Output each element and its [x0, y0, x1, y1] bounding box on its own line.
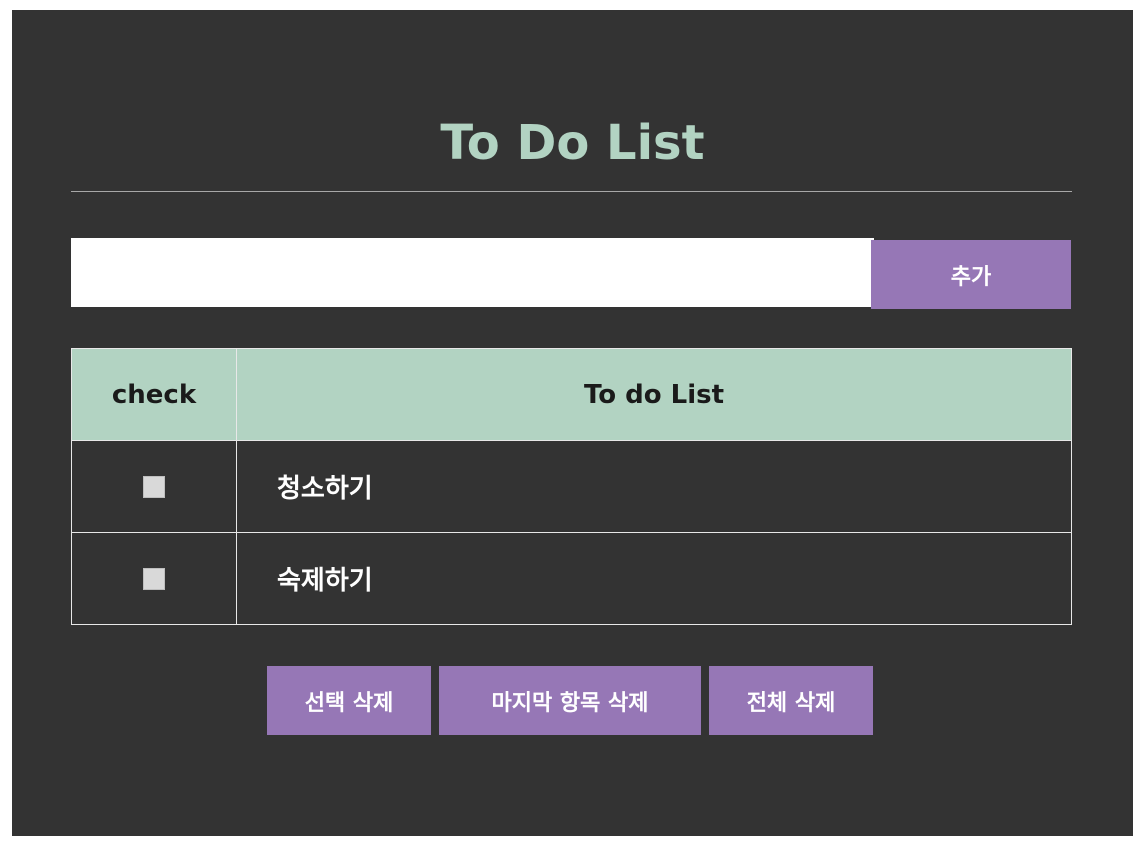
check-cell: [71, 532, 237, 625]
todo-item-text: 숙제하기: [236, 532, 1072, 625]
delete-selected-button[interactable]: 선택 삭제: [267, 666, 431, 735]
delete-last-button[interactable]: 마지막 항목 삭제: [439, 666, 701, 735]
todo-input[interactable]: [71, 238, 874, 307]
todo-item-text: 청소하기: [236, 440, 1072, 533]
todo-table: check To do List 청소하기 숙제하기: [71, 348, 1072, 625]
check-cell: [71, 440, 237, 533]
page-title: To Do List: [440, 115, 705, 171]
title-divider: [71, 191, 1072, 192]
todo-app: To Do List 추가 check To do List 청소하기 숙제하기…: [12, 10, 1133, 836]
todo-checkbox[interactable]: [143, 567, 165, 590]
column-header-check: check: [71, 348, 237, 441]
delete-all-button[interactable]: 전체 삭제: [709, 666, 873, 735]
column-header-todo: To do List: [236, 348, 1072, 441]
table-row: 청소하기: [71, 440, 1072, 533]
table-header-row: check To do List: [71, 348, 1072, 441]
add-button[interactable]: 추가: [871, 240, 1071, 309]
todo-checkbox[interactable]: [143, 475, 165, 498]
table-row: 숙제하기: [71, 532, 1072, 625]
